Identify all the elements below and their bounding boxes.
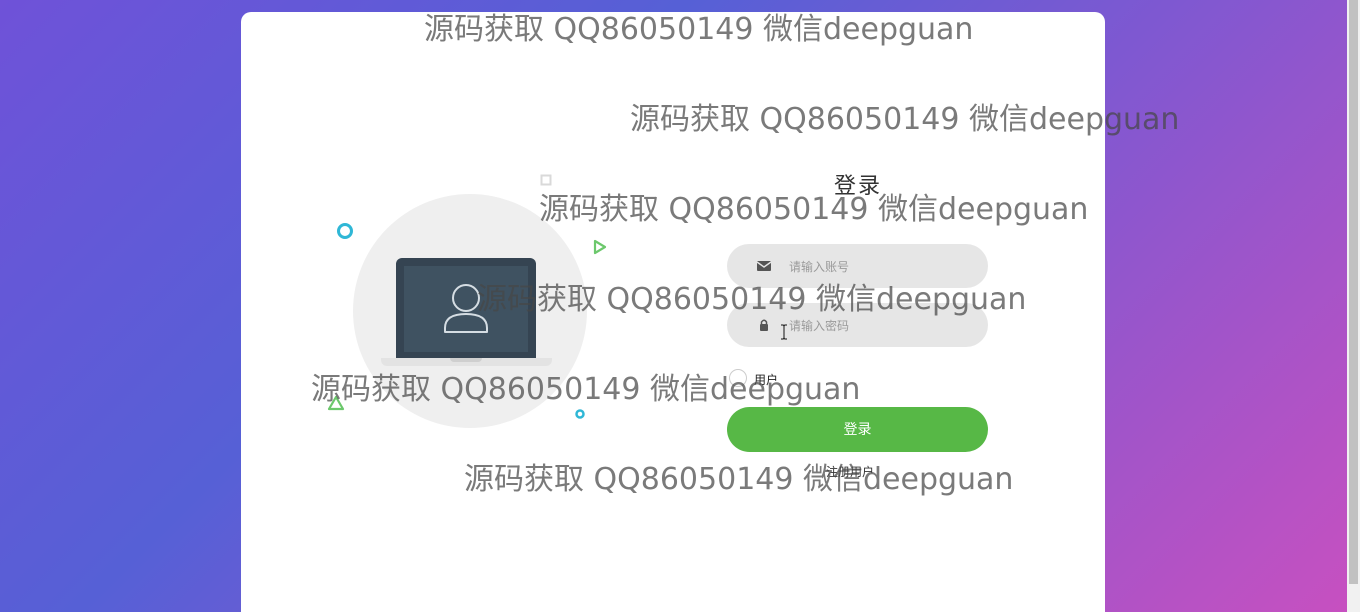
text-cursor-icon [781,324,787,340]
square-deco-icon [540,174,552,186]
register-link[interactable]: 注册用户 [826,463,874,480]
password-input[interactable] [787,313,971,339]
circle-deco-icon [337,223,353,239]
envelope-icon [756,261,772,271]
role-radio-user[interactable] [729,369,747,387]
small-circle-deco-icon [575,409,585,419]
password-field-container[interactable] [727,303,988,347]
account-field-container[interactable] [727,244,988,288]
scrollbar[interactable] [1347,0,1360,612]
role-label-user: 用户 [754,373,779,387]
user-icon [444,284,488,333]
laptop-screen [404,266,528,352]
laptop-icon [396,258,536,358]
triangle-deco-icon [327,395,345,411]
lock-icon [760,319,768,331]
login-title: 登录 [833,174,882,199]
login-button[interactable]: 登录 [727,407,988,452]
scrollbar-thumb[interactable] [1349,0,1358,584]
laptop-notch [450,358,482,362]
play-triangle-deco-icon [593,239,607,255]
account-input[interactable] [787,254,971,280]
